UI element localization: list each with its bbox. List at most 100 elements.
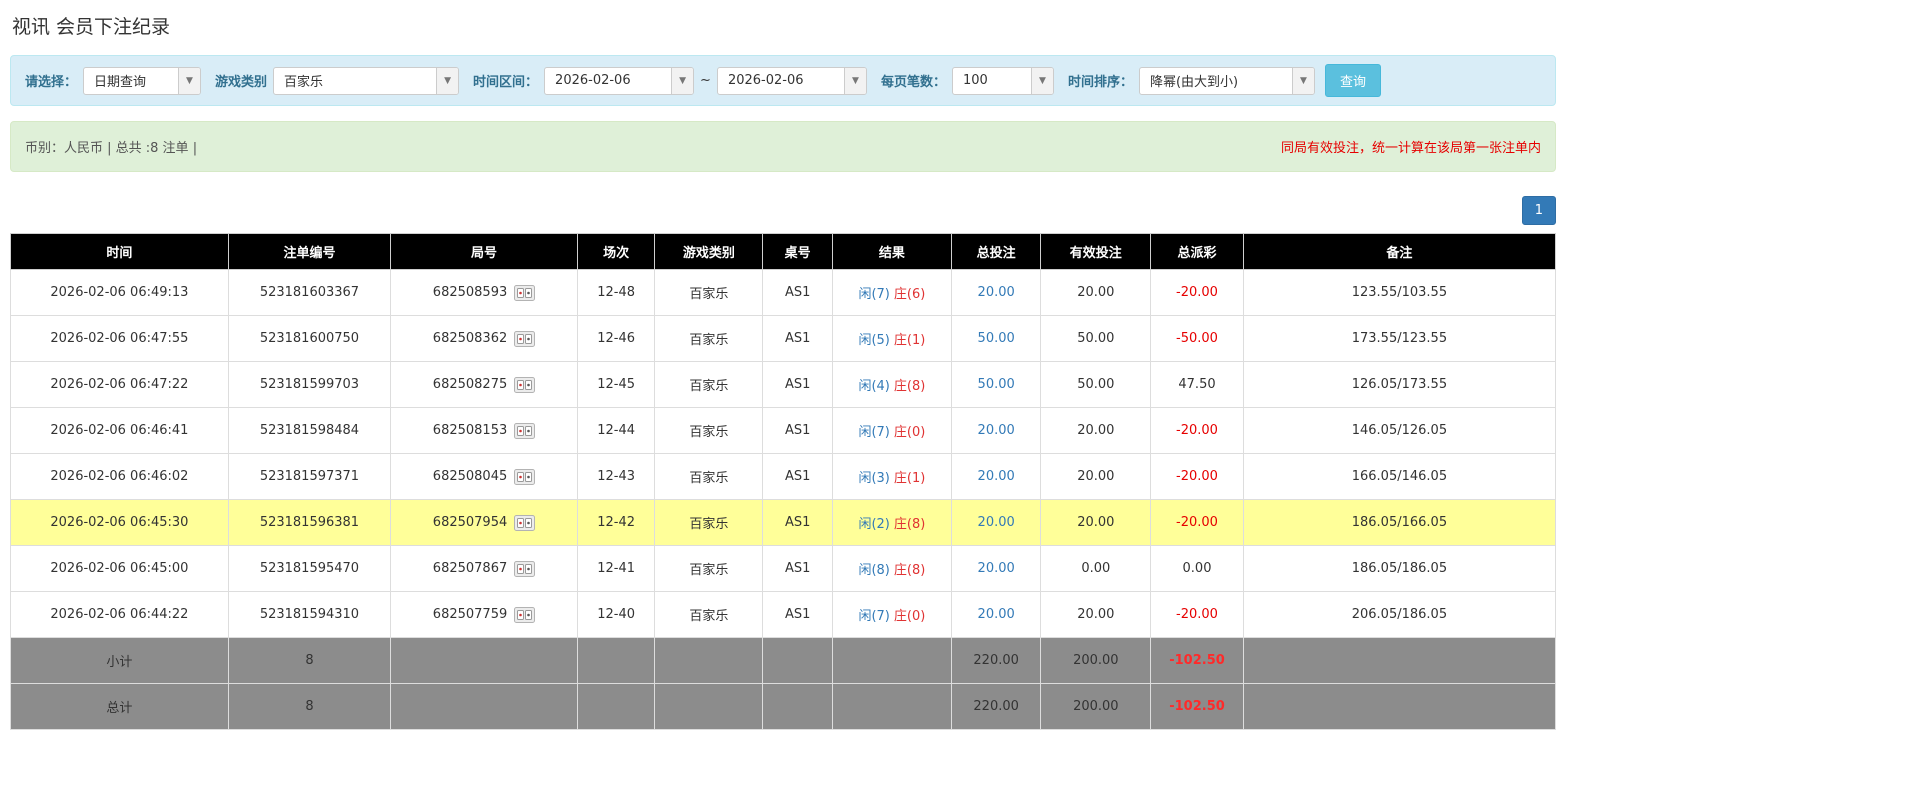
- round-id-cell: 682508593: [390, 269, 578, 316]
- result-player: 闲(4): [858, 379, 890, 394]
- total-bet-cell: 20.00: [950, 407, 1042, 454]
- chevron-down-icon: ▼: [1030, 67, 1053, 94]
- date-from-select[interactable]: 2026-02-06 ▼: [544, 66, 695, 95]
- time-cell: 2026-02-06 06:45:30: [10, 499, 229, 546]
- sort-order-value: 降幂(由大到小): [1149, 75, 1239, 90]
- table-row: 2026-02-06 06:44:22 523181594310 6825077…: [10, 591, 1557, 638]
- game-video-icon[interactable]: [514, 468, 536, 485]
- round-id-cell: 682507867: [390, 545, 578, 592]
- round-id-cell: 682508275: [390, 361, 578, 408]
- result-banker: 庄(8): [893, 379, 926, 394]
- session-cell: 12-43: [576, 453, 656, 500]
- time-range-label: 时间区间：: [473, 75, 539, 90]
- total-bet-link[interactable]: 20.00: [978, 285, 1015, 300]
- result-player: 闲(7): [858, 287, 890, 302]
- total-row: 总计 8 220.00 200.00 -102.50: [10, 683, 1557, 730]
- bet-id-cell: 523181598484: [227, 407, 392, 454]
- game-video-icon[interactable]: [514, 606, 536, 623]
- payout-cell: -20.00: [1150, 269, 1244, 316]
- result-cell: 闲(8) 庄(8): [831, 545, 952, 592]
- round-id-cell: 682507954: [390, 499, 578, 546]
- payout-cell: 0.00: [1150, 545, 1244, 592]
- game-video-icon[interactable]: [514, 330, 536, 347]
- session-cell: 12-48: [576, 269, 656, 316]
- bet-id-cell: 523181596381: [227, 499, 392, 546]
- round-id-cell: 682507759: [390, 591, 578, 638]
- header-total-bet: 总投注: [950, 233, 1042, 270]
- subtotal-row: 小计 8 220.00 200.00 -102.50: [10, 637, 1557, 684]
- session-cell: 12-46: [576, 315, 656, 362]
- header-time: 时间: [10, 233, 229, 270]
- bet-id-cell: 523181594310: [227, 591, 392, 638]
- note-cell: 173.55/123.55: [1242, 315, 1557, 362]
- query-type-select[interactable]: 日期查询 ▼: [83, 66, 202, 95]
- table-row: 2026-02-06 06:49:13 523181603367 6825085…: [10, 269, 1557, 316]
- game-type-cell: 百家乐: [654, 591, 764, 638]
- payout-cell: -20.00: [1150, 591, 1244, 638]
- query-type-label: 请选择：: [25, 75, 78, 90]
- table-row: 2026-02-06 06:46:41 523181598484 6825081…: [10, 407, 1557, 454]
- time-cell: 2026-02-06 06:46:41: [10, 407, 229, 454]
- valid-bet-cell: 20.00: [1040, 499, 1152, 546]
- note-cell: 126.05/173.55: [1242, 361, 1557, 408]
- valid-bet-cell: 0.00: [1040, 545, 1152, 592]
- table-row: 2026-02-06 06:47:22 523181599703 6825082…: [10, 361, 1557, 408]
- date-to-select[interactable]: 2026-02-06 ▼: [716, 66, 867, 95]
- sort-order-select[interactable]: 降幂(由大到小) ▼: [1138, 66, 1315, 95]
- game-video-icon[interactable]: [514, 514, 536, 531]
- total-valid-bet: 200.00: [1040, 683, 1152, 730]
- result-cell: 闲(7) 庄(6): [831, 269, 952, 316]
- game-video-icon[interactable]: [514, 560, 536, 577]
- total-bet-link[interactable]: 50.00: [978, 331, 1015, 346]
- subtotal-valid-bet: 200.00: [1040, 637, 1152, 684]
- chevron-down-icon: ▼: [1291, 67, 1314, 94]
- valid-bet-cell: 20.00: [1040, 269, 1152, 316]
- pagination: 1: [10, 196, 1556, 225]
- total-bet-link[interactable]: 20.00: [978, 515, 1015, 530]
- result-cell: 闲(3) 庄(1): [831, 453, 952, 500]
- table-header-row: 时间 注单编号 局号 场次 游戏类别 桌号 结果 总投注 有效投注 总派彩 备注: [10, 233, 1557, 270]
- game-type-cell: 百家乐: [654, 499, 764, 546]
- subtotal-count: 8: [227, 637, 392, 684]
- total-bet-link[interactable]: 20.00: [978, 423, 1015, 438]
- chevron-down-icon: ▼: [843, 67, 866, 94]
- search-button[interactable]: 查询: [1324, 64, 1381, 97]
- bet-id-cell: 523181603367: [227, 269, 392, 316]
- game-video-icon[interactable]: [514, 376, 536, 393]
- page-size-label: 每页笔数：: [880, 75, 946, 90]
- time-cell: 2026-02-06 06:45:00: [10, 545, 229, 592]
- result-banker: 庄(1): [893, 333, 926, 348]
- total-bet-link[interactable]: 20.00: [978, 561, 1015, 576]
- round-id-cell: 682508362: [390, 315, 578, 362]
- valid-bet-cell: 50.00: [1040, 315, 1152, 362]
- bet-id-cell: 523181599703: [227, 361, 392, 408]
- table-no-cell: AS1: [762, 407, 833, 454]
- time-cell: 2026-02-06 06:47:22: [10, 361, 229, 408]
- total-payout: -102.50: [1150, 683, 1244, 730]
- game-video-icon[interactable]: [514, 422, 536, 439]
- header-game-type: 游戏类别: [654, 233, 764, 270]
- note-cell: 186.05/166.05: [1242, 499, 1557, 546]
- total-bet-link[interactable]: 50.00: [978, 377, 1015, 392]
- total-bet-cell: 50.00: [950, 315, 1042, 362]
- total-bet-link[interactable]: 20.00: [978, 607, 1015, 622]
- note-cell: 206.05/186.05: [1242, 591, 1557, 638]
- result-banker: 庄(0): [893, 609, 926, 624]
- date-from-value: 2026-02-06: [555, 73, 631, 88]
- page-size-value: 100: [962, 73, 988, 88]
- header-payout: 总派彩: [1150, 233, 1244, 270]
- table-no-cell: AS1: [762, 499, 833, 546]
- game-video-icon[interactable]: [514, 284, 536, 301]
- total-total-bet: 220.00: [950, 683, 1042, 730]
- sort-order-label: 时间排序：: [1067, 75, 1133, 90]
- result-banker: 庄(8): [893, 517, 926, 532]
- header-result: 结果: [831, 233, 952, 270]
- game-type-select[interactable]: 百家乐 ▼: [273, 66, 460, 95]
- page-size-select[interactable]: 100 ▼: [951, 66, 1054, 95]
- subtotal-label: 小计: [10, 637, 229, 684]
- game-type-label: 游戏类别: [215, 75, 268, 90]
- page-number-button[interactable]: 1: [1521, 196, 1556, 225]
- session-cell: 12-45: [576, 361, 656, 408]
- total-bet-link[interactable]: 20.00: [978, 469, 1015, 484]
- table-no-cell: AS1: [762, 315, 833, 362]
